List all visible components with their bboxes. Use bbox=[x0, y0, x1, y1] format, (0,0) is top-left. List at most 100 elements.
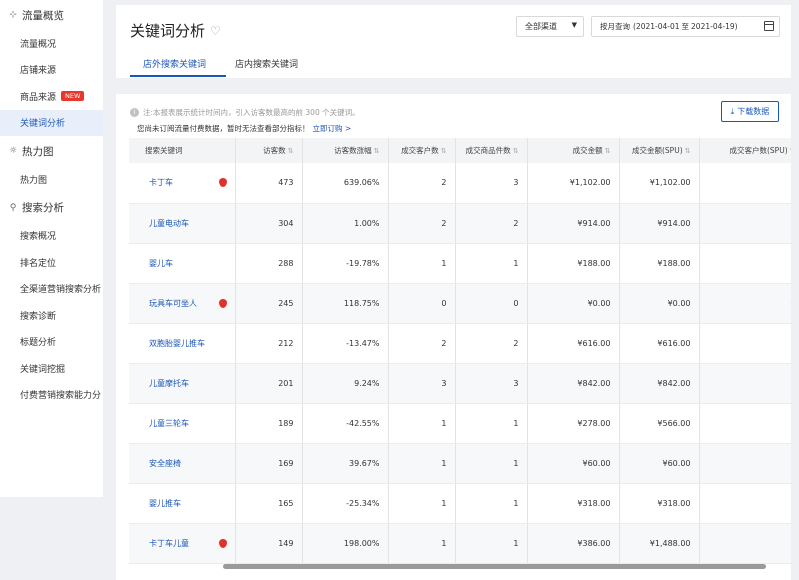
column-header-customers[interactable]: 成交客户数 ⇅ bbox=[388, 138, 456, 163]
hot-fire-icon bbox=[218, 178, 227, 187]
date-range-picker[interactable]: 按月查询 ( 2021-04-01 至 2021-04-19 ) bbox=[591, 16, 780, 37]
amount-spu-cell: ¥914.00 bbox=[619, 203, 700, 244]
keyword-cell: 卡丁车 bbox=[129, 163, 236, 204]
search-icon: ⚲ bbox=[9, 202, 17, 213]
keyword-link[interactable]: 婴儿车 bbox=[149, 259, 173, 268]
keyword-link[interactable]: 双胞胎婴儿推车 bbox=[149, 339, 205, 348]
keyword-cell: 玩具车可坐人 bbox=[129, 283, 236, 324]
subscription-notice-text: 您尚未订阅流量付费数据，暂时无法查看部分指标！ bbox=[137, 124, 310, 133]
visitors-cell: 473 bbox=[235, 163, 303, 204]
keyword-link[interactable]: 玩具车可坐人 bbox=[149, 299, 197, 308]
sort-icon[interactable]: ⇅ bbox=[790, 147, 791, 155]
table-row: 卡丁车儿童149198.00%11¥386.00¥1,488.003 bbox=[129, 523, 791, 564]
amount-spu-cell: ¥616.00 bbox=[619, 323, 700, 364]
keyword-link[interactable]: 儿童电动车 bbox=[149, 219, 189, 228]
column-header-amount[interactable]: 成交金额 ⇅ bbox=[527, 138, 620, 163]
customers-spu-cell: 2 bbox=[699, 163, 791, 204]
amount-cell: ¥0.00 bbox=[527, 283, 620, 324]
sidebar-item-heatmap[interactable]: 热力图 bbox=[0, 166, 103, 193]
table-body: 卡丁车473639.06%23¥1,102.00¥1,102.002儿童电动车3… bbox=[129, 163, 791, 564]
customers-spu-cell: 1 bbox=[699, 243, 791, 284]
growth-cell: 118.75% bbox=[302, 283, 389, 324]
amount-spu-cell: ¥842.00 bbox=[619, 363, 700, 404]
column-header-items[interactable]: 成交商品件数 ⇅ bbox=[455, 138, 528, 163]
download-icon: ⤓ bbox=[730, 106, 735, 116]
page-title: 关键词分析 ♡ bbox=[130, 20, 221, 41]
keyword-link[interactable]: 儿童三轮车 bbox=[149, 419, 189, 428]
date-bracket-close: ) bbox=[734, 22, 738, 31]
customers-spu-cell: 3 bbox=[699, 523, 791, 564]
column-header-customers-spu[interactable]: 成交客户数(SPU)⇅ bbox=[699, 138, 791, 163]
download-data-button[interactable]: ⤓ 下载数据 bbox=[721, 101, 779, 122]
sort-icon[interactable]: ⇅ bbox=[441, 147, 447, 155]
items-cell: 1 bbox=[455, 443, 528, 484]
customers-cell: 2 bbox=[388, 323, 456, 364]
customers-cell: 1 bbox=[388, 403, 456, 444]
sidebar-item-paid-search-ability[interactable]: 付费营销搜索能力分 bbox=[0, 382, 103, 409]
tab-internal-search-keywords[interactable]: 店内搜索关键词 bbox=[235, 57, 298, 70]
sidebar-group-traffic[interactable]: ⊹ 流量概览 bbox=[0, 0, 103, 30]
column-header-visitors[interactable]: 访客数 ⇅ bbox=[235, 138, 303, 163]
date-mode-label: 按月查询 bbox=[600, 22, 630, 31]
sidebar-item-search-diagnosis[interactable]: 搜索诊断 bbox=[0, 302, 103, 329]
traffic-icon: ⊹ bbox=[9, 10, 17, 20]
sort-icon[interactable]: ⇅ bbox=[288, 147, 294, 155]
sidebar-item-shop-source[interactable]: 店铺来源 bbox=[0, 57, 103, 84]
sidebar-group-search[interactable]: ⚲ 搜索分析 bbox=[0, 193, 103, 223]
amount-cell: ¥60.00 bbox=[527, 443, 620, 484]
sidebar-item-keyword-analysis[interactable]: 关键词分析 bbox=[0, 109, 103, 136]
column-header-amount-spu[interactable]: 成交金额(SPU) ⇅ bbox=[619, 138, 700, 163]
keyword-cell: 儿童三轮车 bbox=[129, 403, 236, 444]
sort-icon[interactable]: ⇅ bbox=[374, 147, 380, 155]
table-row: 卡丁车473639.06%23¥1,102.00¥1,102.002 bbox=[129, 163, 791, 204]
sidebar-item-keyword-mining[interactable]: 关键词挖掘 bbox=[0, 355, 103, 382]
sidebar-group-heatmap[interactable]: ☼ 热力图 bbox=[0, 136, 103, 166]
favorite-heart-icon[interactable]: ♡ bbox=[210, 24, 221, 38]
subscribe-link[interactable]: 立即订购 > bbox=[313, 124, 352, 133]
active-tab-indicator bbox=[130, 75, 226, 77]
sidebar-item-omnichannel-search[interactable]: 全渠道营销搜索分析 bbox=[0, 276, 103, 303]
sort-icon[interactable]: ⇅ bbox=[605, 147, 611, 155]
amount-spu-cell: ¥566.00 bbox=[619, 403, 700, 444]
keyword-cell: 卡丁车儿童 bbox=[129, 523, 236, 564]
amount-cell: ¥914.00 bbox=[527, 203, 620, 244]
keyword-link[interactable]: 卡丁车 bbox=[149, 178, 173, 187]
growth-cell: -42.55% bbox=[302, 403, 389, 444]
amount-spu-cell: ¥1,488.00 bbox=[619, 523, 700, 564]
sidebar-item-rank-position[interactable]: 排名定位 bbox=[0, 249, 103, 276]
tab-external-search-keywords[interactable]: 店外搜索关键词 bbox=[143, 57, 206, 70]
sort-icon[interactable]: ⇅ bbox=[513, 147, 519, 155]
keyword-link[interactable]: 安全座椅 bbox=[149, 459, 181, 468]
keyword-link[interactable]: 儿童摩托车 bbox=[149, 379, 189, 388]
header-card: 关键词分析 ♡ 全部渠道 ▼ 按月查询 ( 2021-04-01 至 2021-… bbox=[116, 5, 791, 78]
customers-spu-cell: 2 bbox=[699, 403, 791, 444]
table-header-row: 搜索关键词 访客数 ⇅ 访客数涨幅 ⇅ 成交客户数 ⇅ 成交商品件数 ⇅ 成交金额 ⇅ 成… bbox=[129, 138, 791, 163]
date-start: 2021-04-01 bbox=[635, 22, 680, 31]
column-header-label: 搜索关键词 bbox=[145, 146, 183, 155]
column-header-visitor-growth[interactable]: 访客数涨幅 ⇅ bbox=[302, 138, 389, 163]
sidebar-item-label: 标题分析 bbox=[20, 338, 57, 349]
sidebar-item-title-analysis[interactable]: 标题分析 bbox=[0, 329, 103, 356]
keyword-cell: 婴儿推车 bbox=[129, 483, 236, 524]
calendar-icon[interactable] bbox=[764, 21, 774, 31]
growth-cell: 198.00% bbox=[302, 523, 389, 564]
sidebar-item-traffic-overview[interactable]: 流量概况 bbox=[0, 30, 103, 57]
sort-icon[interactable]: ⇅ bbox=[685, 147, 691, 155]
visitors-cell: 245 bbox=[235, 283, 303, 324]
items-cell: 2 bbox=[455, 203, 528, 244]
channel-select[interactable]: 全部渠道 ▼ bbox=[516, 16, 584, 37]
customers-spu-cell: 0 bbox=[699, 283, 791, 324]
subscription-notice: 您尚未订阅流量付费数据，暂时无法查看部分指标！ 立即订购 > bbox=[137, 123, 351, 134]
sidebar-item-search-overview[interactable]: 搜索概况 bbox=[0, 223, 103, 250]
customers-cell: 1 bbox=[388, 483, 456, 524]
keyword-cell: 婴儿车 bbox=[129, 243, 236, 284]
notice-line: i 注:本报表展示统计时间内，引入访客数最高的前 300 个关键词。 bbox=[130, 107, 360, 118]
sidebar-item-product-source[interactable]: 商品来源 NEW bbox=[0, 83, 103, 110]
customers-spu-cell: 3 bbox=[699, 363, 791, 404]
keyword-link[interactable]: 婴儿推车 bbox=[149, 499, 181, 508]
keyword-link[interactable]: 卡丁车儿童 bbox=[149, 539, 189, 548]
horizontal-scrollbar-thumb[interactable] bbox=[223, 564, 766, 569]
table-row: 儿童三轮车189-42.55%11¥278.00¥566.002 bbox=[129, 403, 791, 444]
table-row: 儿童摩托车2019.24%33¥842.00¥842.003 bbox=[129, 363, 791, 404]
notice-text: 注:本报表展示统计时间内，引入访客数最高的前 300 个关键词。 bbox=[143, 108, 360, 117]
